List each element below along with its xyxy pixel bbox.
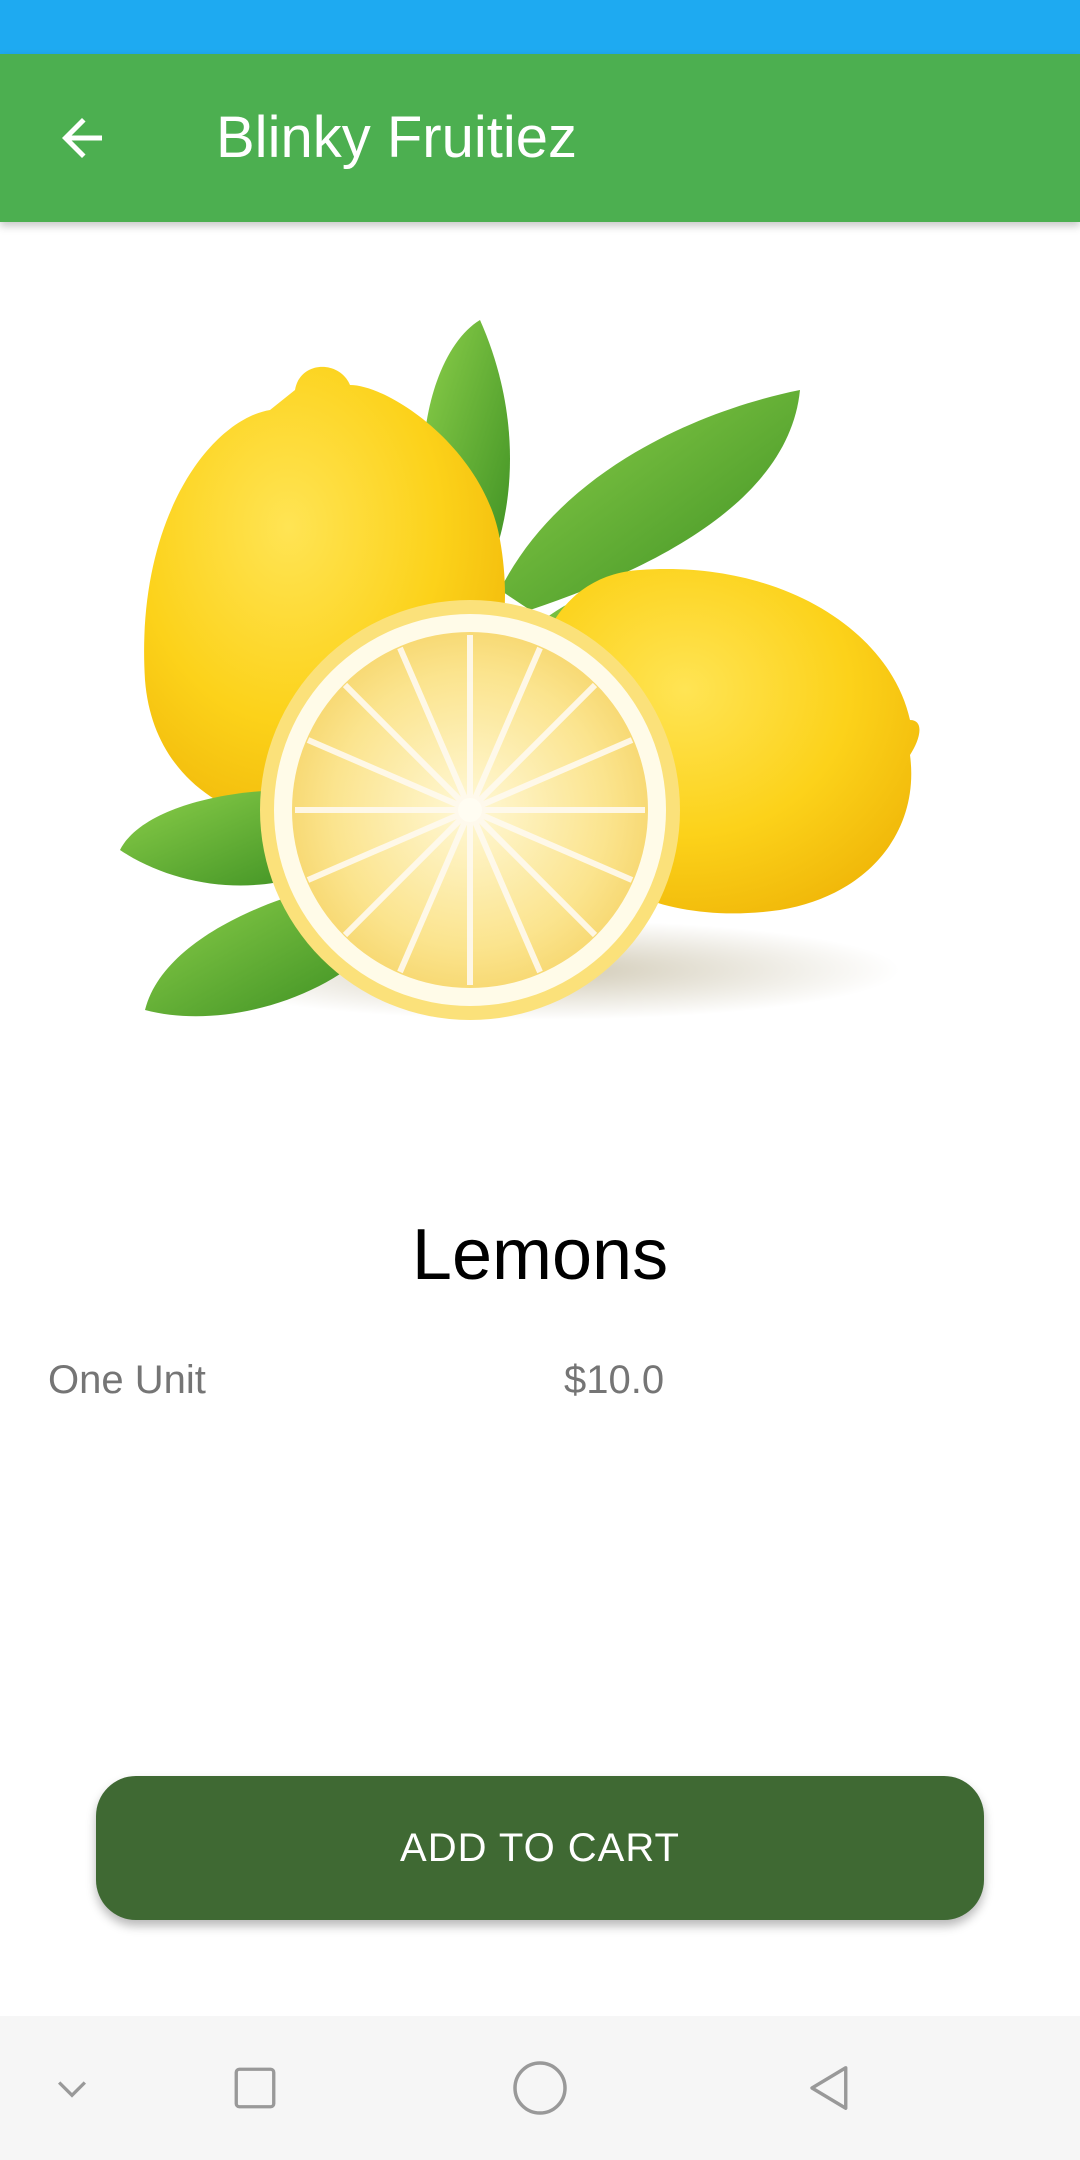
add-to-cart-button[interactable]: ADD TO CART — [96, 1776, 984, 1920]
status-bar — [0, 0, 1080, 54]
back-button[interactable] — [40, 96, 124, 180]
system-nav-bar — [0, 2016, 1080, 2160]
circle-home-icon — [513, 2061, 567, 2115]
lemons-image — [120, 320, 920, 1020]
triangle-back-icon — [810, 2066, 848, 2110]
nav-recents-button[interactable] — [213, 2046, 297, 2130]
square-recents-icon — [234, 2067, 276, 2109]
price-label: $10.0 — [564, 1358, 665, 1402]
nav-back-button[interactable] — [788, 2046, 872, 2130]
product-name: Lemons — [411, 1215, 669, 1295]
nav-home-button[interactable] — [498, 2046, 582, 2130]
arrow-left-icon — [62, 118, 102, 158]
app-title: Blinky Fruitiez — [216, 105, 577, 170]
chevron-down-icon — [57, 2081, 87, 2098]
unit-label: One Unit — [48, 1358, 206, 1402]
app-bar: Blinky Fruitiez — [0, 54, 1080, 222]
nav-collapse-button[interactable] — [30, 2046, 114, 2130]
